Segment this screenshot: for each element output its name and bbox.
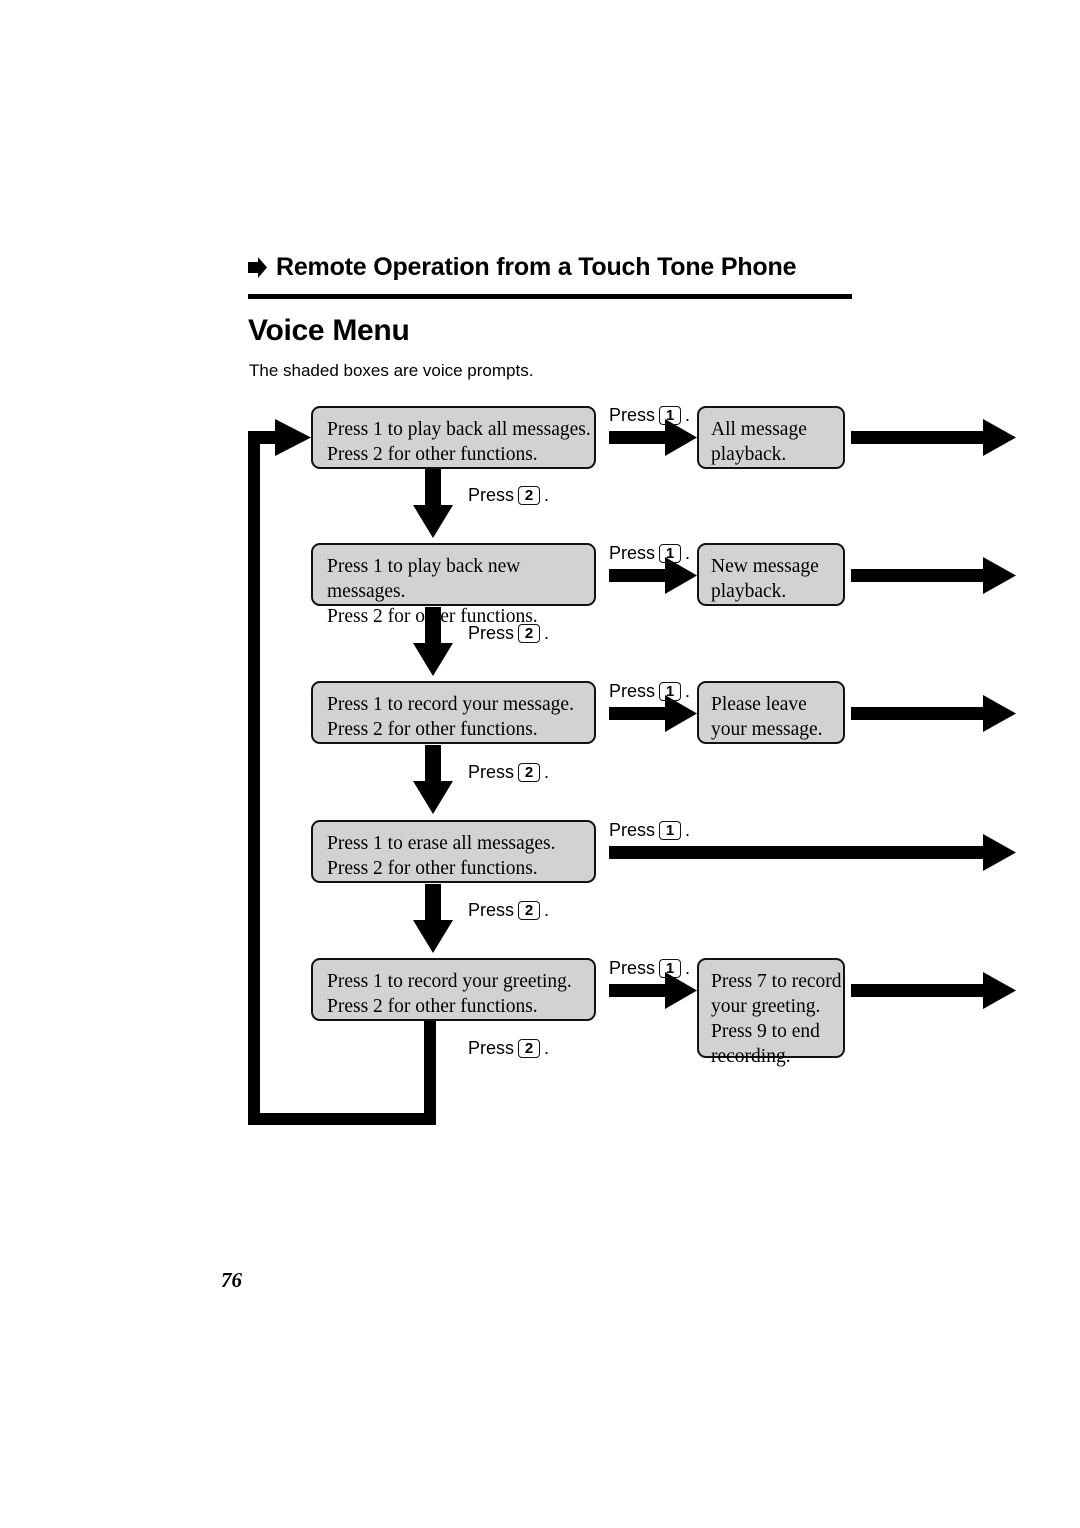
keycap-1: 1 bbox=[659, 681, 682, 701]
period: . bbox=[685, 405, 691, 425]
press-word: Press bbox=[468, 762, 515, 782]
menu-box: Press 1 to play back new messages. Press… bbox=[311, 543, 596, 627]
keycap-2: 2 bbox=[518, 762, 541, 782]
press-word: Press bbox=[468, 485, 515, 505]
period: . bbox=[544, 623, 550, 643]
menu-line: Press 1 to erase all messages. bbox=[327, 833, 556, 854]
press-2-label: Press 2 . bbox=[468, 899, 549, 921]
menu-box: Press 1 to record your greeting. Press 2… bbox=[311, 958, 596, 1021]
keycap-1: 1 bbox=[659, 820, 682, 840]
menu-line: Press 2 for other functions. bbox=[327, 858, 538, 879]
press-word: Press bbox=[609, 543, 656, 563]
menu-line: Press 1 to record your message. bbox=[327, 694, 574, 715]
menu-box: Press 1 to record your message. Press 2 … bbox=[311, 681, 596, 744]
period: . bbox=[544, 762, 550, 782]
period: . bbox=[685, 543, 691, 563]
period: . bbox=[544, 900, 550, 920]
menu-line: Press 2 for other functions. bbox=[327, 719, 538, 740]
press-2-label: Press 2 . bbox=[468, 622, 549, 644]
prompt-line: All message bbox=[711, 419, 807, 440]
prompt-line: recording. bbox=[711, 1046, 791, 1067]
prompt-line: Press 7 to record bbox=[711, 971, 842, 992]
period: . bbox=[685, 958, 691, 978]
period: . bbox=[544, 1038, 550, 1058]
keycap-2: 2 bbox=[518, 1038, 541, 1058]
press-word: Press bbox=[609, 681, 656, 701]
period: . bbox=[544, 485, 550, 505]
menu-box: Press 1 to play back all messages. Press… bbox=[311, 406, 596, 469]
menu-box: Press 1 to erase all messages. Press 2 f… bbox=[311, 820, 596, 883]
press-1-label: Press 1 . bbox=[609, 680, 690, 702]
press-word: Press bbox=[468, 900, 515, 920]
keycap-2: 2 bbox=[518, 485, 541, 505]
prompt-line: playback. bbox=[711, 581, 787, 602]
press-word: Press bbox=[468, 1038, 515, 1058]
keycap-2: 2 bbox=[518, 900, 541, 920]
prompt-line: Press 9 to end bbox=[711, 1021, 820, 1042]
prompt-line: playback. bbox=[711, 444, 787, 465]
period: . bbox=[685, 681, 691, 701]
press-1-label: Press 1 . bbox=[609, 404, 690, 426]
prompt-line: New message bbox=[711, 556, 819, 577]
prompt-box: New message playback. bbox=[697, 543, 845, 606]
short-right-arrows bbox=[609, 419, 697, 1009]
menu-line: Press 2 for other functions. bbox=[327, 996, 538, 1017]
prompt-box: Please leave your message. bbox=[697, 681, 845, 744]
press-word: Press bbox=[609, 820, 656, 840]
press-1-label: Press 1 . bbox=[609, 542, 690, 564]
page-number: 76 bbox=[221, 1268, 242, 1292]
prompt-line: your message. bbox=[711, 719, 823, 740]
prompt-box: All message playback. bbox=[697, 406, 845, 469]
prompt-box: Press 7 to record your greeting. Press 9… bbox=[697, 958, 845, 1067]
menu-line: Press 2 for other functions. bbox=[327, 444, 538, 465]
period: . bbox=[685, 820, 691, 840]
press-word: Press bbox=[609, 958, 656, 978]
menu-line: Press 1 to play back all messages. bbox=[327, 419, 591, 440]
prompt-line: Please leave bbox=[711, 694, 807, 715]
menu-line: Press 2 for other functions. bbox=[327, 606, 538, 627]
press-word: Press bbox=[468, 623, 515, 643]
keycap-1: 1 bbox=[659, 405, 682, 425]
menu-line: Press 1 to play back new messages. bbox=[327, 556, 521, 602]
keycap-2: 2 bbox=[518, 623, 541, 643]
press-2-label: Press 2 . bbox=[468, 484, 549, 506]
press-2-label: Press 2 . bbox=[468, 761, 549, 783]
press-1-label: Press 1 . bbox=[609, 819, 690, 841]
prompt-line: your greeting. bbox=[711, 996, 821, 1017]
press-2-label: Press 2 . bbox=[468, 1037, 549, 1059]
menu-line: Press 1 to record your greeting. bbox=[327, 971, 572, 992]
press-1-label: Press 1 . bbox=[609, 957, 690, 979]
keycap-1: 1 bbox=[659, 543, 682, 563]
document-page: Remote Operation from a Touch Tone Phone… bbox=[0, 0, 1080, 1528]
keycap-1: 1 bbox=[659, 958, 682, 978]
press-word: Press bbox=[609, 405, 656, 425]
